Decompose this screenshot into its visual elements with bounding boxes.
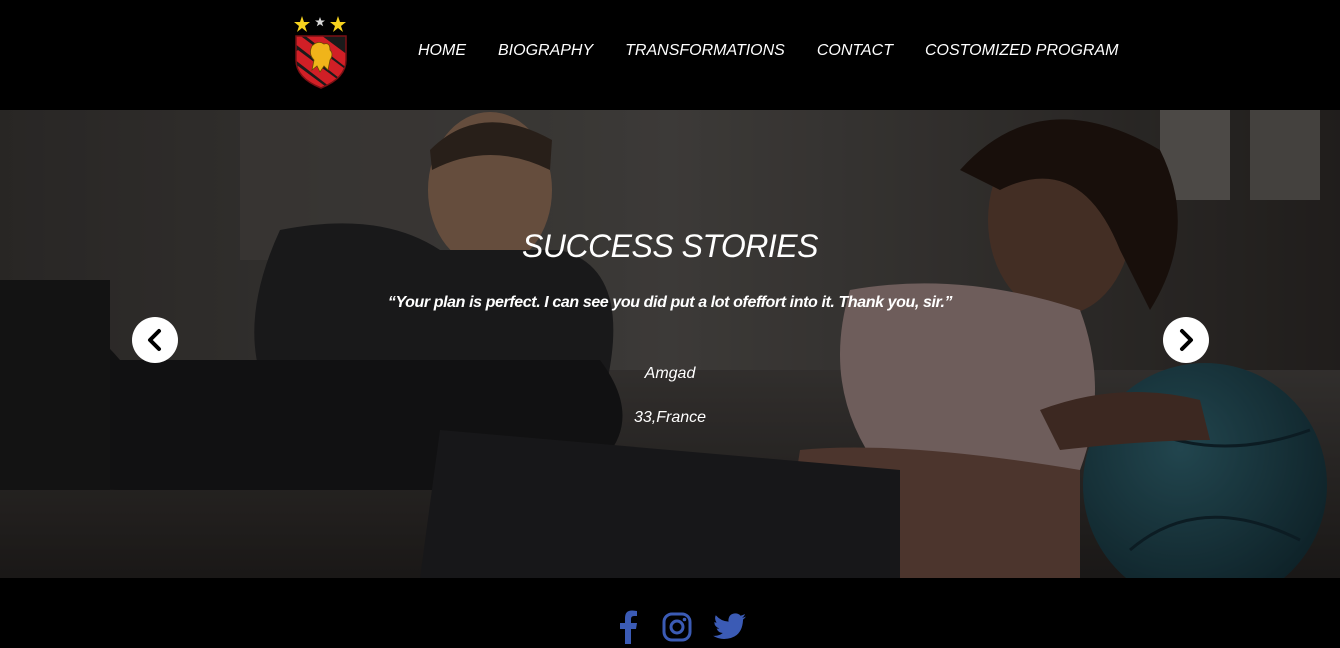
section-title: SUCCESS STORIES bbox=[522, 228, 818, 264]
chevron-right-icon bbox=[1180, 329, 1193, 351]
twitter-icon bbox=[713, 613, 746, 639]
club-crest-logo[interactable] bbox=[290, 14, 352, 90]
twitter-link[interactable] bbox=[712, 610, 748, 644]
hero-dark-overlay bbox=[0, 110, 1340, 578]
nav-transformations-link[interactable]: TRANSFORMATIONS bbox=[609, 38, 801, 64]
navbar: HOME BIOGRAPHY TRANSFORMATIONS CONTACT C… bbox=[0, 0, 1340, 110]
main-nav: HOME BIOGRAPHY TRANSFORMATIONS CONTACT C… bbox=[402, 38, 1134, 64]
instagram-link[interactable] bbox=[661, 610, 693, 644]
chevron-left-icon bbox=[148, 329, 161, 351]
testimonial-quote: “Your plan is perfect. I can see you did… bbox=[387, 294, 953, 311]
testimonial-carousel: SUCCESS STORIES “Your plan is perfect. I… bbox=[0, 110, 1340, 578]
facebook-icon bbox=[620, 610, 637, 644]
nav-contact-link[interactable]: CONTACT bbox=[801, 38, 909, 64]
nav-biography-link[interactable]: BIOGRAPHY bbox=[482, 38, 609, 64]
facebook-link[interactable] bbox=[616, 610, 640, 644]
nav-customized-program-link[interactable]: COSTOMIZED PROGRAM bbox=[909, 38, 1135, 64]
testimonial-author-details: 33,France bbox=[633, 409, 707, 426]
instagram-icon bbox=[662, 612, 692, 642]
carousel-next-button[interactable] bbox=[1163, 317, 1209, 363]
nav-home-link[interactable]: HOME bbox=[402, 38, 482, 64]
testimonial-author: Amgad bbox=[644, 365, 696, 382]
footer bbox=[0, 578, 1340, 648]
carousel-prev-button[interactable] bbox=[132, 317, 178, 363]
